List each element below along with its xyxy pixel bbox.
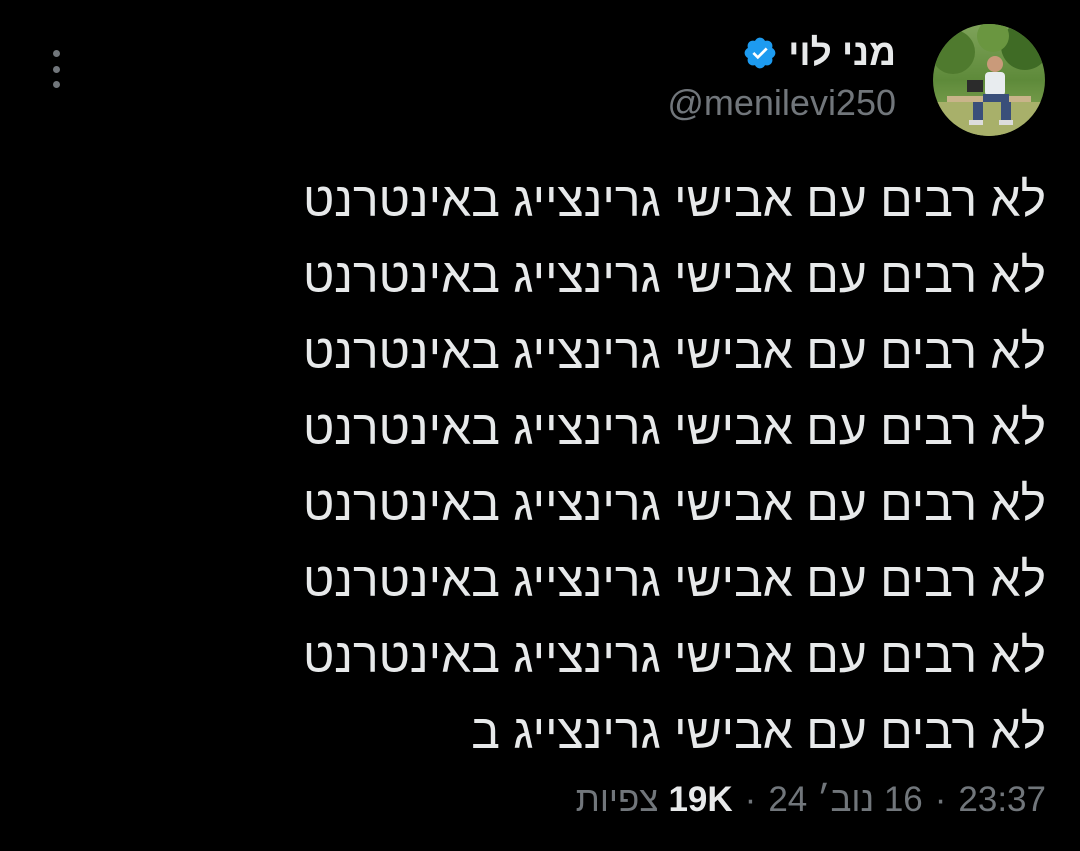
tweet-line: לא רבים עם אבישי גרינצייג באינטרנט (302, 174, 1046, 227)
views-count[interactable]: 19K (668, 780, 732, 820)
more-dot (52, 65, 60, 73)
tweet-date[interactable]: 16 נוב׳ 24 (768, 780, 922, 820)
author-handle[interactable]: @menilevi250 (667, 82, 896, 124)
tweet-text: לא רבים עם אבישי גרינצייג באינטרנט לא רב… (246, 163, 1046, 771)
meta-separator: · (934, 780, 947, 819)
tweet-line: לא רבים עם אבישי גרינצייג באינטרנט (302, 326, 1046, 379)
views-label: צפיות (575, 780, 659, 819)
verified-badge-icon (744, 37, 776, 69)
tweet-line: לא רבים עם אבישי גרינצייג באינטרנט (302, 630, 1046, 683)
tweet-time[interactable]: 23:37 (958, 780, 1046, 820)
tweet: מני לוי @menilevi250 לא רבים עם אבישי גר… (0, 0, 1080, 851)
more-options-icon[interactable] (38, 50, 74, 88)
tweet-meta: 23:37 · 16 נוב׳ 24 · 19K צפיות (576, 780, 1046, 820)
tweet-line: לא רבים עם אבישי גרינצייג באינטרנט (302, 402, 1046, 455)
avatar-photo (933, 24, 1045, 136)
more-dot (52, 50, 60, 57)
tweet-line: לא רבים עם אבישי גרינצייג ב (471, 706, 1046, 759)
display-name[interactable]: מני לוי (788, 32, 896, 74)
meta-separator: · (744, 780, 757, 819)
tweet-line: לא רבים עם אבישי גרינצייג באינטרנט (302, 554, 1046, 607)
avatar[interactable] (933, 24, 1045, 136)
more-dot (52, 81, 60, 88)
author-name-row: מני לוי (742, 30, 896, 76)
tweet-line: לא רבים עם אבישי גרינצייג באינטרנט (302, 478, 1046, 531)
tweet-line: לא רבים עם אבישי גרינצייג באינטרנט (302, 250, 1046, 303)
